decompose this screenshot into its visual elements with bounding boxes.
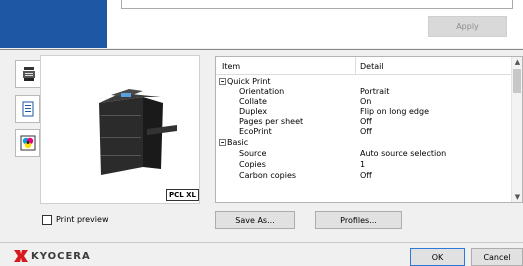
row-item: Collate: [239, 97, 267, 106]
top-field: [121, 0, 513, 9]
table-row[interactable]: Orientation Portrait: [216, 87, 512, 97]
row-item: Pages per sheet: [239, 117, 304, 126]
table-row[interactable]: Collate On: [216, 97, 512, 107]
row-detail: Off: [360, 117, 372, 126]
cancel-button[interactable]: Cancel: [471, 248, 523, 266]
group-row-quick-print[interactable]: Quick Print: [216, 77, 512, 87]
row-item: Orientation: [239, 87, 285, 96]
divider: [0, 49, 523, 50]
column-header-item: Item: [222, 62, 241, 71]
collapse-icon[interactable]: [219, 139, 226, 146]
group-row-basic[interactable]: Basic: [216, 138, 512, 148]
top-panel: Apply: [119, 0, 523, 48]
tab-color[interactable]: [15, 129, 40, 157]
row-detail: Off: [360, 127, 372, 136]
group-label: Quick Print: [227, 77, 271, 86]
scroll-up-icon[interactable]: ▲: [512, 58, 522, 66]
apply-button[interactable]: Apply: [428, 16, 507, 37]
table-scrollbar[interactable]: ▲ ▼: [511, 57, 522, 202]
pdl-badge: PCL XL: [166, 189, 199, 201]
print-preview-label: Print preview: [56, 215, 109, 224]
tab-printer-settings[interactable]: [15, 60, 41, 88]
row-detail: Off: [360, 171, 372, 180]
profiles-button[interactable]: Profiles...: [315, 211, 402, 229]
settings-table: Item Detail Quick Print Orientation Port…: [215, 56, 523, 203]
group-label: Basic: [227, 138, 249, 147]
printer-settings-icon: [22, 67, 35, 81]
table-header: Item Detail: [216, 57, 512, 75]
collapse-icon[interactable]: [219, 78, 226, 85]
tab-document[interactable]: [15, 95, 40, 123]
printer-image: [99, 89, 177, 175]
table-row[interactable]: EcoPrint Off: [216, 127, 512, 137]
row-detail: On: [360, 97, 372, 106]
row-item: Copies: [239, 160, 266, 169]
row-detail: Portrait: [360, 87, 390, 96]
kyocera-logo: KYOCERA: [14, 250, 91, 262]
scroll-thumb[interactable]: [513, 69, 521, 93]
row-item: Carbon copies: [239, 171, 297, 180]
row-item: Duplex: [239, 107, 268, 116]
row-item: Source: [239, 149, 267, 158]
footer-divider: [0, 242, 523, 243]
table-row[interactable]: Pages per sheet Off: [216, 117, 512, 127]
kyocera-logo-icon: [14, 250, 28, 262]
column-header-detail: Detail: [360, 62, 384, 71]
ok-button[interactable]: OK: [410, 248, 465, 266]
table-row[interactable]: Duplex Flip on long edge: [216, 107, 512, 117]
table-row[interactable]: Copies 1: [216, 160, 512, 170]
header-blue-bar: [0, 0, 107, 48]
printer-preview-panel: PCL XL: [40, 55, 200, 204]
table-row[interactable]: Source Auto source selection: [216, 149, 512, 159]
row-detail: Flip on long edge: [360, 107, 429, 116]
scroll-down-icon[interactable]: ▼: [512, 193, 522, 201]
row-item: EcoPrint: [239, 127, 272, 136]
column-separator: [355, 57, 356, 75]
document-icon: [22, 101, 33, 117]
save-as-button[interactable]: Save As...: [215, 211, 295, 229]
print-preview-checkbox[interactable]: [42, 215, 52, 225]
brand-name: KYOCERA: [31, 250, 91, 262]
row-detail: Auto source selection: [360, 149, 447, 158]
row-detail: 1: [360, 160, 366, 169]
table-row[interactable]: Carbon copies Off: [216, 171, 512, 181]
color-icon: [20, 135, 35, 151]
